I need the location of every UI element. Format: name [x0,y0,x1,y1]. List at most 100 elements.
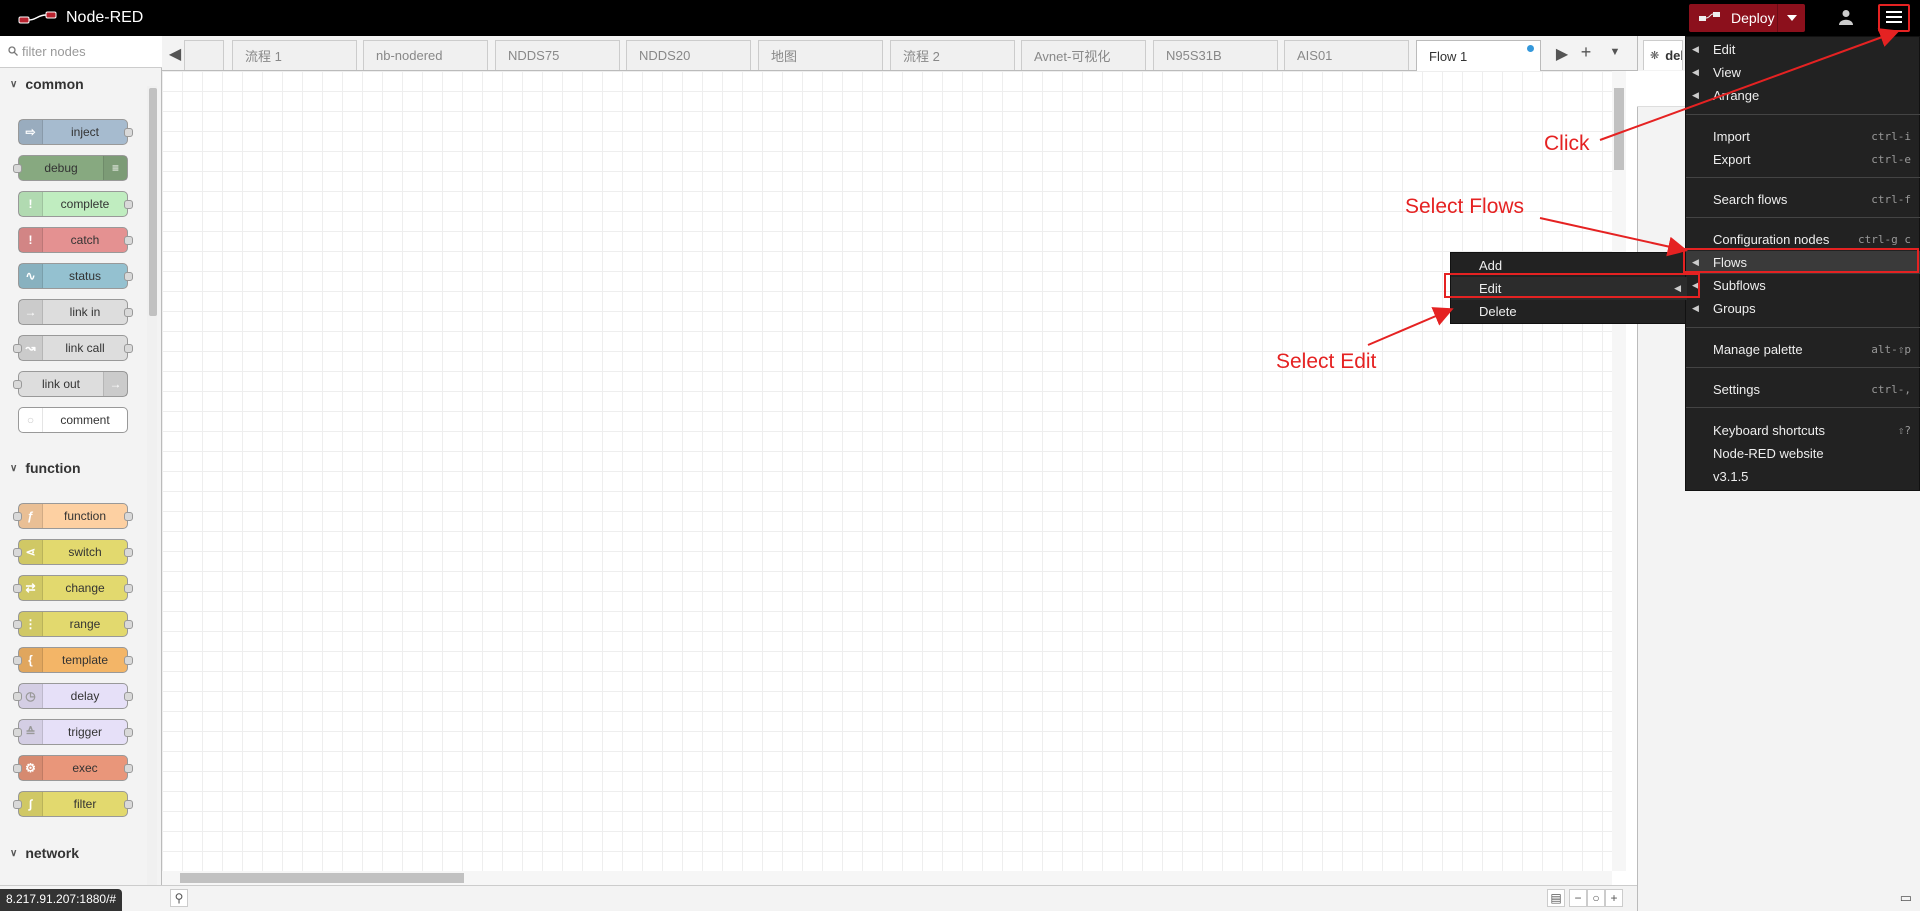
exclamation-icon: ! [19,228,43,252]
menu-item-view[interactable]: ◀ View [1686,61,1920,84]
flow-tab[interactable]: 流程 1 [232,40,357,70]
flow-tab[interactable]: N95S31B [1153,40,1278,70]
flow-tab[interactable]: nb-nodered [363,40,488,70]
input-port [13,380,22,389]
tab-list-dropdown-icon[interactable]: ▼ [1606,46,1624,58]
scroll-left-icon[interactable]: ◀ [166,44,184,64]
node-filter[interactable]: ∫ filter [13,791,133,817]
zoom-in-icon[interactable]: + [1605,889,1623,907]
menu-item-manage-palette[interactable]: Manage palette alt-⇧p [1686,338,1920,361]
node-status[interactable]: ∿ status [18,263,133,289]
flow-tab[interactable] [184,40,224,70]
flow-tab[interactable]: NDDS75 [495,40,620,70]
node-link-out[interactable]: link out → [13,371,128,397]
category-label: function [25,460,81,476]
workspace-vertical-scrollbar[interactable] [1612,71,1626,871]
node-debug[interactable]: debug ≡ [13,155,128,181]
category-label: network [25,845,80,861]
input-port [13,512,22,521]
node-inject[interactable]: ⇨ inject [18,119,133,145]
node-complete[interactable]: ! complete [18,191,133,217]
node-label: switch [68,545,102,559]
node-label: comment [60,413,110,427]
zoom-reset-icon[interactable]: ○ [1587,889,1605,907]
node-function[interactable]: ƒ function [13,503,133,529]
tab-label: 地图 [771,49,798,64]
output-port [124,200,133,209]
submenu-item-delete[interactable]: Delete [1451,300,1687,323]
category-network[interactable]: ∨ network [0,837,145,869]
hamburger-icon [1886,10,1902,27]
pulse-icon: ∿ [19,264,43,288]
output-port [124,692,133,701]
app-title: Node-RED [66,9,144,26]
node-change[interactable]: ⇄ change [13,575,133,601]
node-label: link in [69,305,101,319]
node-switch[interactable]: ⋖ switch [13,539,133,565]
main-menu-button[interactable] [1878,4,1910,32]
node-catch[interactable]: ! catch [18,227,133,253]
menu-shortcut: ctrl-e [1871,153,1911,166]
deploy-options-dropdown[interactable] [1777,4,1805,32]
node-link-in[interactable]: → link in [18,299,133,325]
node-label: status [68,269,101,283]
menu-item-import[interactable]: Import ctrl-i [1686,125,1920,148]
menu-item-label: Export [1713,152,1751,167]
menu-item-search-flows[interactable]: Search flows ctrl-f [1686,188,1920,211]
node-delay[interactable]: ◷ delay [13,683,133,709]
flow-workspace-canvas[interactable] [162,71,1622,871]
link-call-icon: ↝ [19,336,43,360]
scroll-right-icon[interactable]: ▶ [1553,44,1571,64]
node-link-call[interactable]: ↝ link call [13,335,133,361]
menu-item-node-red-website[interactable]: Node-RED website [1686,442,1920,465]
menu-item-arrange[interactable]: ◀ Arrange [1686,84,1920,107]
menu-item-settings[interactable]: Settings ctrl-, [1686,378,1920,401]
menu-item-label: Subflows [1713,278,1766,293]
menu-shortcut: ⇧? [1897,424,1911,437]
sidebar-footer-monitor-icon[interactable]: ▭ [1900,890,1912,906]
output-port [124,512,133,521]
input-port [13,800,22,809]
menu-item-groups[interactable]: ◀ Groups [1686,297,1920,320]
sidebar-tab-debug[interactable]: ❋ debug [1643,40,1683,70]
node-label: delay [70,689,100,703]
flow-tab[interactable]: 流程 2 [890,40,1015,70]
node-range[interactable]: ⋮ range [13,611,133,637]
menu-item-edit[interactable]: ◀ Edit [1686,38,1920,61]
tab-label: Flow 1 [1429,48,1468,64]
workspace-vertical-scrollbar-thumb[interactable] [1614,88,1624,170]
output-port [124,728,133,737]
category-common[interactable]: ∨ common [0,68,145,100]
menu-item-keyboard-shortcuts[interactable]: Keyboard shortcuts ⇧? [1686,419,1920,442]
category-function[interactable]: ∨ function [0,452,145,484]
filter-nodes-input[interactable]: filter nodes [0,36,162,68]
deploy-button[interactable]: Deploy [1689,4,1805,32]
workspace-horizontal-scrollbar-thumb[interactable] [180,873,464,883]
add-flow-icon[interactable]: + [1577,42,1595,63]
node-label: trigger [67,725,102,739]
node-template[interactable]: {template [13,647,133,673]
flow-tab-active[interactable]: Flow 1 [1416,40,1541,71]
node-red-logo-icon [18,10,58,26]
node-label: complete [60,197,110,211]
flow-tab[interactable]: Avnet-可视化 [1021,40,1146,70]
browser-status-url: 8.217.91.207:1880/# [0,889,123,911]
flow-tab[interactable]: 地图 [758,40,883,70]
navigator-map-icon[interactable]: ▤ [1547,889,1565,907]
menu-item-export[interactable]: Export ctrl-e [1686,148,1920,171]
flow-tab[interactable]: AIS01 [1284,40,1409,70]
zoom-out-icon[interactable]: − [1569,889,1587,907]
tab-label: NDDS75 [508,48,560,63]
chevron-down-icon: ∨ [10,462,18,474]
node-trigger[interactable]: ≙ trigger [13,719,133,745]
menu-item-label: Arrange [1713,88,1760,103]
node-exec[interactable]: ⚙ exec [13,755,133,781]
node-comment[interactable]: ○ comment [18,407,128,433]
palette-scrollbar-thumb[interactable] [149,88,157,316]
flow-tab[interactable]: NDDS20 [626,40,751,70]
filter-icon: ∫ [19,792,43,816]
search-icon[interactable]: ⚲ [170,889,188,907]
menu-item-subflows[interactable]: ◀ Subflows [1686,274,1920,297]
deploy-main-button[interactable]: Deploy [1689,4,1777,32]
user-button[interactable] [1832,4,1860,32]
